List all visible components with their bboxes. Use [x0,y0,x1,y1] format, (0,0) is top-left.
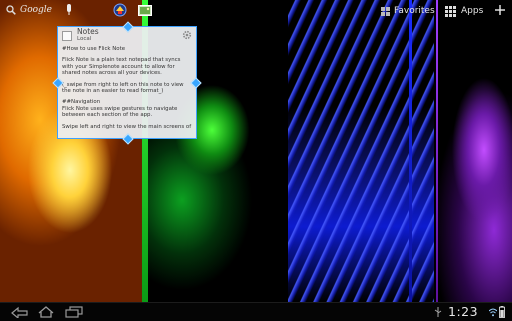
wallpaper-purple-panel [434,0,512,302]
clock[interactable]: 1:23 [448,304,478,319]
apps-button[interactable]: Apps [445,5,483,17]
google-search-logo[interactable]: Google [20,5,52,15]
microphone-icon[interactable] [66,4,72,16]
favorites-label: Favorites [394,6,435,16]
apps-label: Apps [461,6,484,16]
wallpaper-black-panel [264,0,288,302]
recent-apps-icon[interactable] [65,306,83,318]
usb-icon [434,307,442,317]
home-icon[interactable] [38,306,54,318]
search-icon[interactable] [6,5,16,15]
battery-icon [499,306,505,318]
system-navigation-bar: 1:23 [0,302,512,321]
home-top-bar: Google Favorites Apps [0,0,512,24]
wallpaper-blue-panel [288,0,434,302]
add-icon[interactable] [494,4,506,16]
favorites-icon [381,6,390,16]
back-icon[interactable] [10,306,30,318]
apps-grid-icon [445,5,456,17]
favorites-button[interactable]: Favorites [381,5,435,17]
widget-resize-frame [57,26,197,139]
app-shortcut-icon[interactable] [113,3,127,17]
wifi-icon [489,308,497,317]
photo-widget-icon[interactable] [138,5,152,16]
